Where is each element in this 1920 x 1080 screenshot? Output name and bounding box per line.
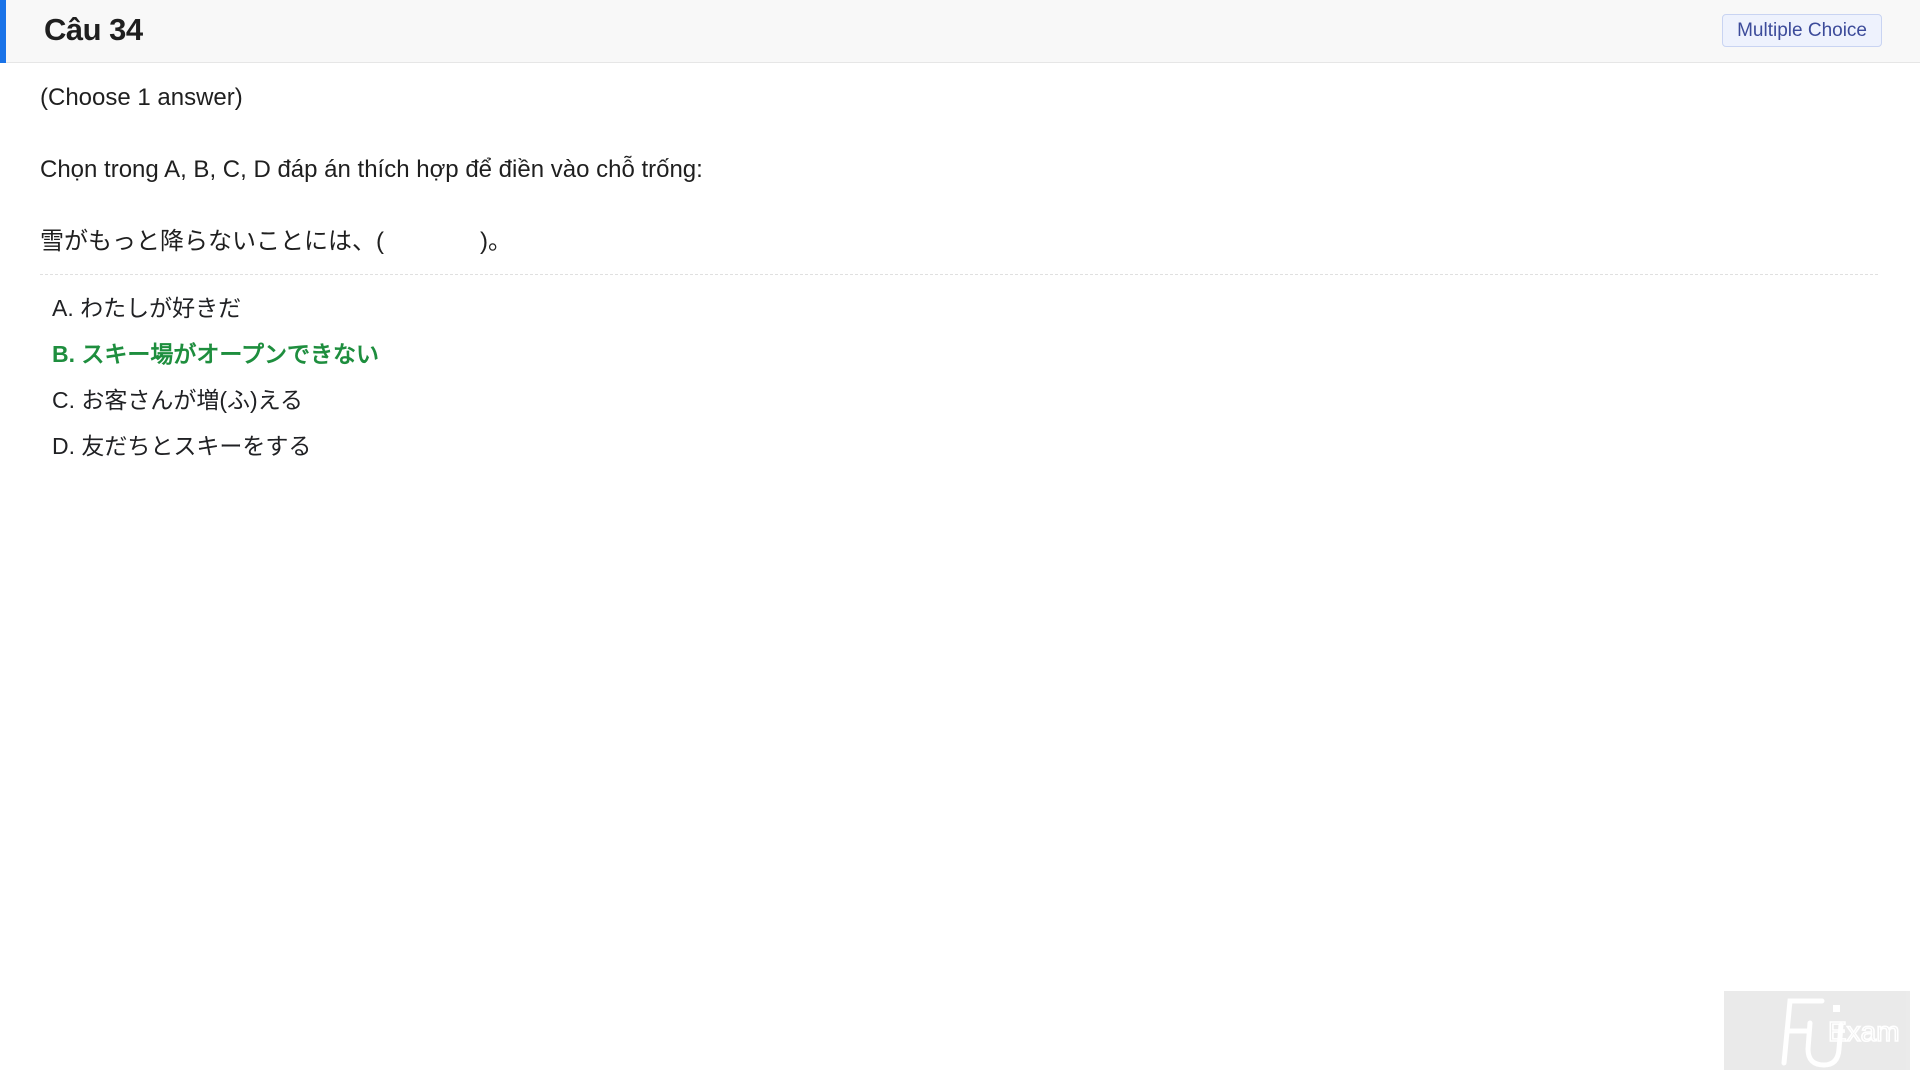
header-accent-bar bbox=[0, 0, 6, 63]
option-b-correct[interactable]: B. スキー場がオープンできない bbox=[52, 331, 1880, 377]
fu-exam-watermark: Exam bbox=[1724, 991, 1910, 1070]
answer-options: A. わたしが好きだ B. スキー場がオープンできない C. お客さんが増(ふ)… bbox=[52, 285, 1880, 469]
question-number: Câu 34 bbox=[44, 12, 143, 47]
options-divider bbox=[40, 274, 1878, 275]
watermark-label: Exam bbox=[1828, 1016, 1900, 1047]
question-sentence: 雪がもっと降らないことには、( )。 bbox=[40, 228, 512, 255]
question-header: Câu 34 Multiple Choice bbox=[0, 0, 1920, 63]
question-prompt: Chọn trong A, B, C, D đáp án thích hợp đ… bbox=[40, 156, 703, 183]
question-body: (Choose 1 answer) Chọn trong A, B, C, D … bbox=[40, 80, 1880, 469]
answer-instruction: (Choose 1 answer) bbox=[40, 84, 243, 111]
option-c[interactable]: C. お客さんが増(ふ)える bbox=[52, 377, 1880, 423]
option-d[interactable]: D. 友だちとスキーをする bbox=[52, 423, 1880, 469]
option-a[interactable]: A. わたしが好きだ bbox=[52, 285, 1880, 331]
fu-exam-logo-icon: Exam bbox=[1781, 998, 1900, 1068]
question-type-badge: Multiple Choice bbox=[1722, 14, 1882, 47]
